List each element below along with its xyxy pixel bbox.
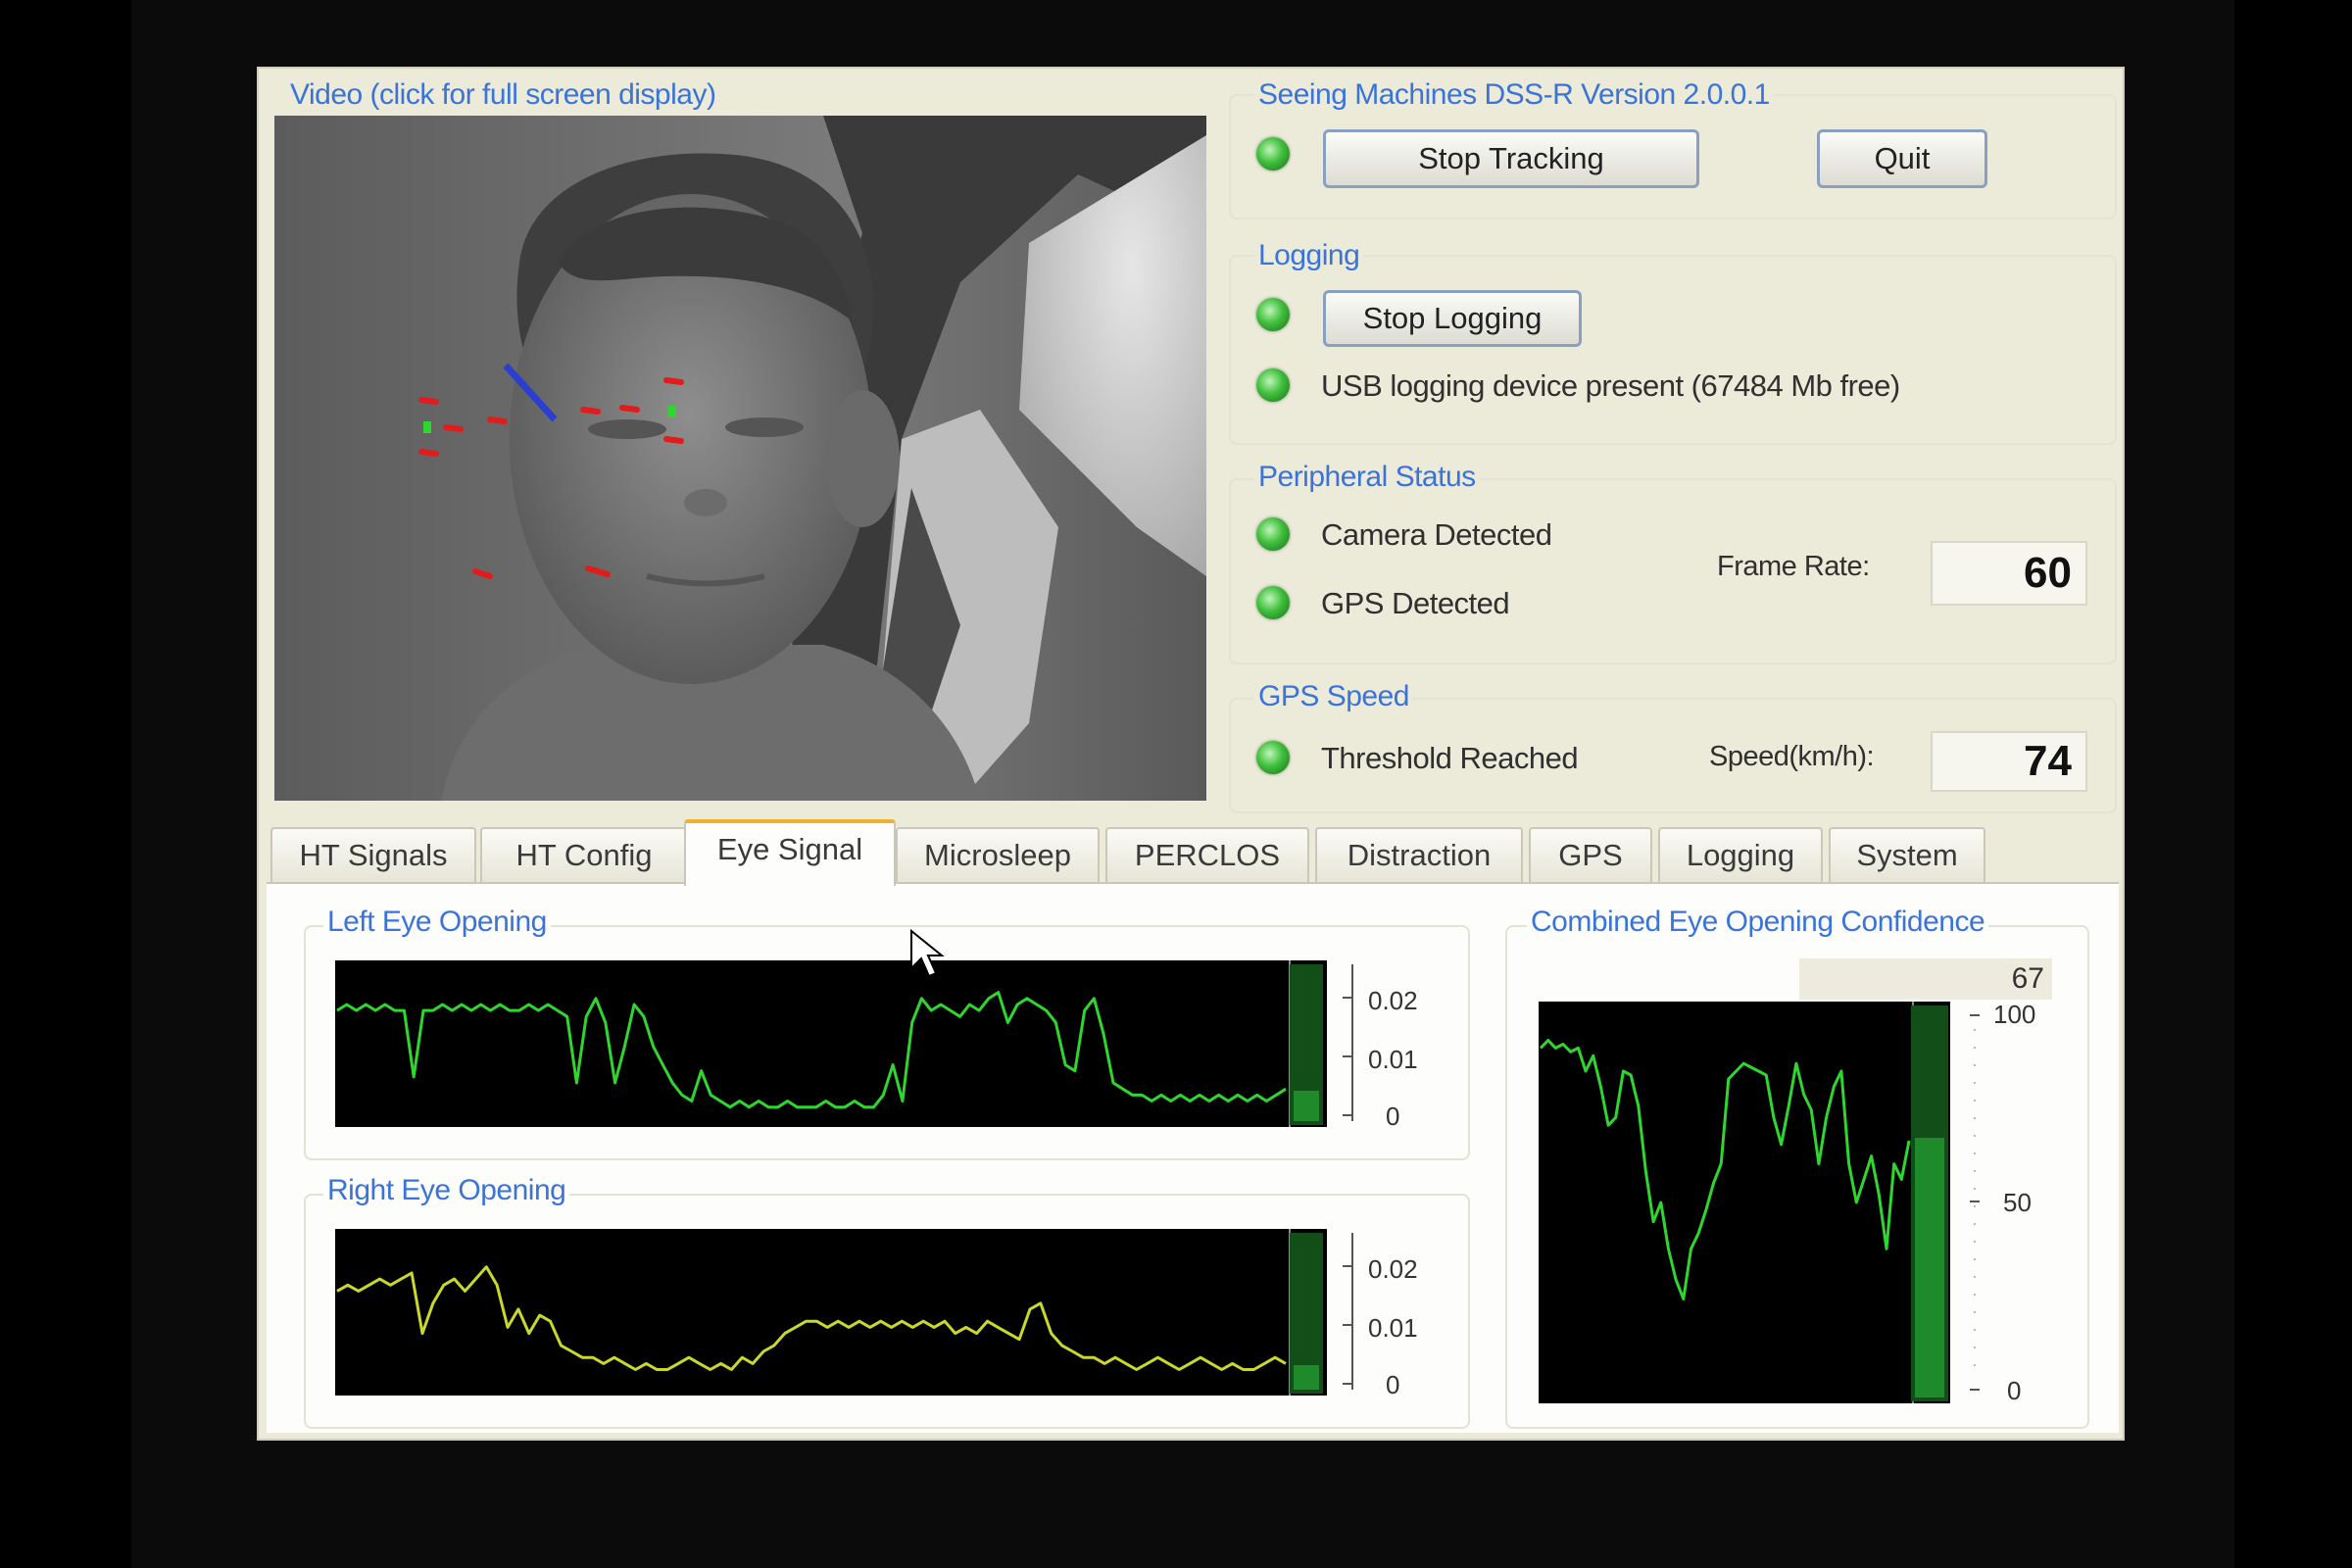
tab-system[interactable]: System [1829,827,1985,884]
left-eye-level-meter [1290,964,1323,1125]
left-eye-axis [1343,964,1353,1121]
left-eye-title: Left Eye Opening [323,906,551,939]
right-eye-trace [336,1265,1287,1371]
logging-group [1229,255,2117,445]
combined-level-meter [1911,1005,1948,1401]
logging-status-led [1256,298,1290,331]
left-eye-tick-high: 0.02 [1368,986,1418,1015]
tab-logging[interactable]: Logging [1658,827,1823,884]
head-pose-axis [503,363,558,422]
camera-detected-label: Camera Detected [1321,517,1552,552]
camera-status-led [1256,517,1290,551]
right-eye-level-meter [1290,1233,1323,1394]
left-eye-plot [335,960,1327,1127]
tab-strip: HT Signals HT Config Eye Signal Microsle… [267,819,2119,886]
app-title: Seeing Machines DSS-R Version 2.0.0.1 [1254,78,1774,112]
combined-level-fill [1915,1137,1944,1397]
left-eye-tick-mid: 0.01 [1368,1045,1418,1074]
speed-value: 74 [1931,731,2087,792]
combined-confidence-title: Combined Eye Opening Confidence [1527,906,1989,939]
speed-label: Speed(km/h): [1709,741,1875,772]
combined-confidence-trace [1539,1039,1911,1300]
frame-rate-value: 60 [1931,541,2087,606]
right-eye-title: Right Eye Opening [323,1174,570,1207]
tab-gps[interactable]: GPS [1529,827,1652,884]
combined-tick-mid: 50 [2003,1188,2032,1217]
bezel-right [2234,0,2352,1568]
left-eye-tick-zero: 0 [1386,1102,1400,1131]
peripheral-status-title: Peripheral Status [1254,461,1480,494]
usb-status-label: USB logging device present (67484 Mb fre… [1321,368,1900,403]
bezel-left [0,0,131,1568]
combined-confidence-chart [1539,1002,1914,1403]
stop-tracking-button[interactable]: Stop Tracking [1323,129,1699,188]
usb-status-led [1256,368,1290,402]
logging-title: Logging [1254,239,1364,272]
combined-tick-high: 100 [1993,1000,2036,1029]
tracking-overlay [418,363,684,579]
gps-detected-label: GPS Detected [1321,586,1510,620]
tab-ht-signals[interactable]: HT Signals [270,827,476,884]
mouse-cursor [910,929,945,978]
combined-confidence-value: 67 [1799,958,2052,1000]
gps-status-led [1256,586,1290,619]
tab-ht-config[interactable]: HT Config [480,827,688,884]
facial-feature-markers [418,377,684,579]
quit-button[interactable]: Quit [1817,129,1987,188]
stop-logging-button[interactable]: Stop Logging [1323,290,1582,347]
tab-distraction[interactable]: Distraction [1315,827,1523,884]
left-eye-trace [336,991,1287,1109]
video-feed[interactable] [274,116,1206,801]
frame-rate-label: Frame Rate: [1717,551,1870,582]
right-eye-level-fill [1294,1365,1319,1390]
right-eye-tick-high: 0.02 [1368,1254,1418,1284]
video-title: Video (click for full screen display) [290,78,716,111]
threshold-status-led [1256,741,1290,774]
right-eye-tick-mid: 0.01 [1368,1313,1418,1343]
right-eye-axis [1343,1233,1353,1390]
gps-speed-title: GPS Speed [1254,680,1413,713]
tab-eye-signal[interactable]: Eye Signal [684,819,896,886]
tab-perclos[interactable]: PERCLOS [1105,827,1309,884]
tracking-status-led [1256,137,1290,171]
combined-confidence-plot [1539,1002,1950,1403]
right-eye-chart [336,1229,1291,1396]
threshold-reached-label: Threshold Reached [1321,741,1579,775]
right-eye-plot [335,1229,1327,1396]
left-eye-level-fill [1294,1090,1319,1121]
left-eye-chart [336,960,1291,1127]
combined-tick-zero: 0 [2007,1376,2022,1405]
tab-microsleep[interactable]: Microsleep [896,827,1100,884]
combined-axis [1970,1014,1980,1391]
right-eye-tick-zero: 0 [1386,1370,1400,1399]
